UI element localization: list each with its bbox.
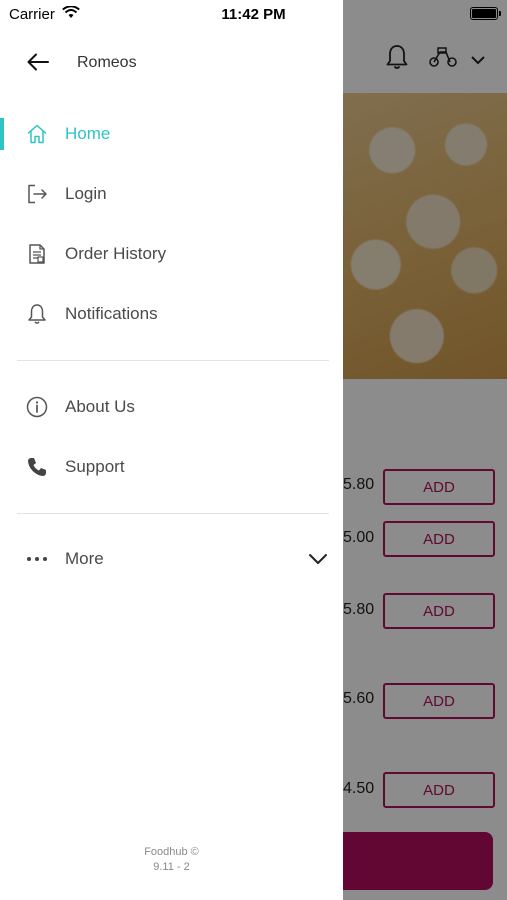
arrow-left-icon <box>27 53 49 76</box>
menu-item-label: Notifications <box>65 304 158 323</box>
info-icon <box>25 395 49 419</box>
status-bar: Carrier 11:42 PM <box>0 0 507 28</box>
back-button[interactable] <box>24 50 52 78</box>
drawer-header: Romeos <box>0 38 343 88</box>
phone-icon <box>25 455 49 479</box>
menu-item-login[interactable]: Login <box>0 166 343 222</box>
receipt-icon <box>25 242 49 266</box>
navigation-drawer: Romeos Home Login Order History Notifica… <box>0 0 343 900</box>
menu-item-label: About Us <box>65 397 135 416</box>
battery-nub <box>499 11 501 16</box>
menu-item-more[interactable]: More <box>0 531 343 587</box>
menu-item-label: Order History <box>65 244 167 263</box>
more-dots-icon <box>25 547 49 571</box>
menu-item-support[interactable]: Support <box>0 439 343 495</box>
footer-brand: Foodhub © <box>144 846 199 858</box>
chevron-down-icon[interactable] <box>306 547 330 571</box>
app-footer: Foodhub © 9.11 - 2 <box>0 845 343 875</box>
clock: 11:42 PM <box>221 6 286 23</box>
menu-divider <box>17 513 329 514</box>
home-icon <box>25 122 49 146</box>
menu-item-notifications[interactable]: Notifications <box>0 286 343 342</box>
menu-item-label: Home <box>65 124 111 143</box>
menu-item-label: Login <box>65 184 107 203</box>
bell-icon <box>25 302 49 326</box>
login-icon <box>25 182 49 206</box>
menu-item-label: Support <box>65 457 125 476</box>
menu-item-order-history[interactable]: Order History <box>0 226 343 282</box>
menu-item-home[interactable]: Home <box>0 106 343 162</box>
battery-icon <box>470 7 498 20</box>
menu-item-label: More <box>65 549 104 568</box>
drawer-scrim[interactable] <box>343 0 507 900</box>
footer-version: 9.11 - 2 <box>153 861 190 873</box>
menu-item-about-us[interactable]: About Us <box>0 379 343 435</box>
menu-divider <box>17 360 329 361</box>
restaurant-name: Romeos <box>77 54 137 71</box>
